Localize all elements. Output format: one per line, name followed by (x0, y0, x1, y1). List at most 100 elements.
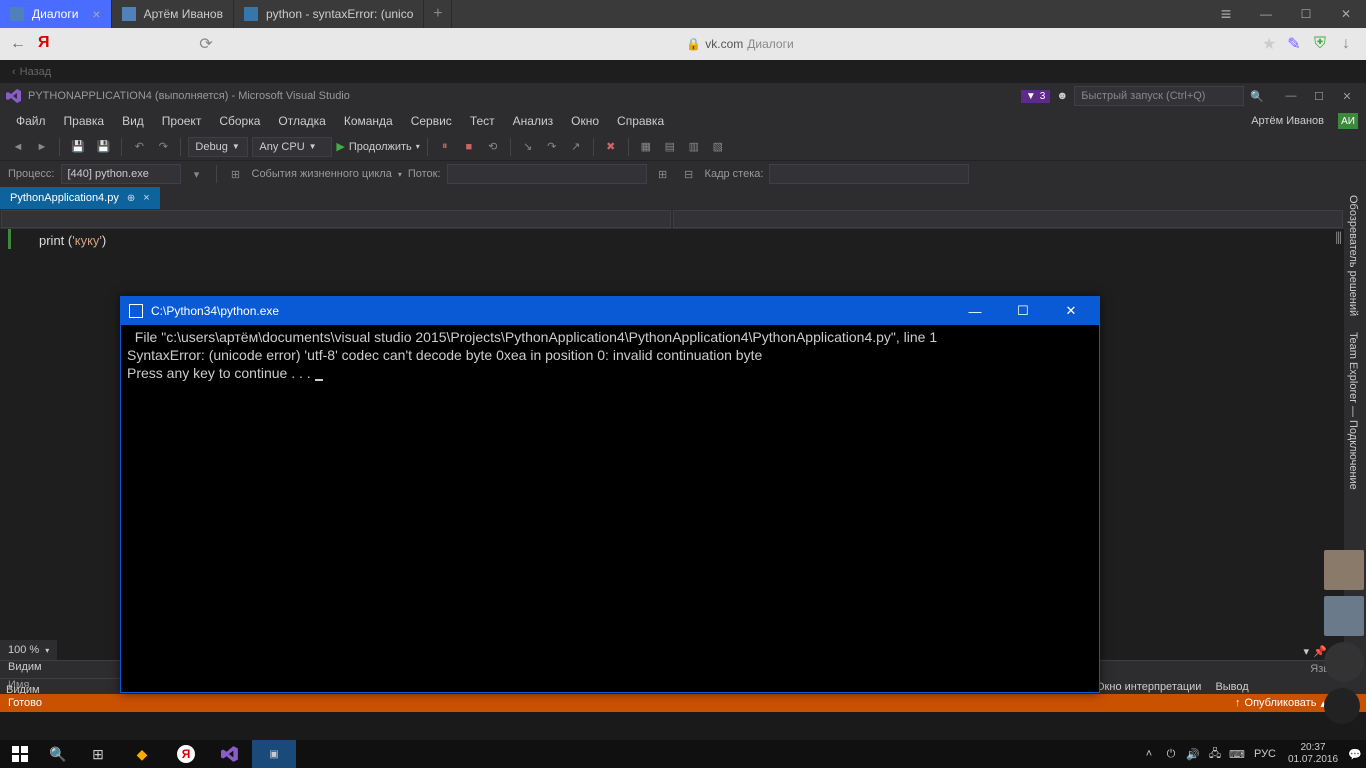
menu-help[interactable]: Справка (609, 112, 672, 130)
platform-dropdown[interactable]: Any CPU ▼ (252, 137, 332, 157)
close-icon[interactable]: ✕ (1051, 297, 1091, 325)
toolbar-icon[interactable]: ⊞ (653, 164, 673, 184)
maximize-icon[interactable]: ☐ (1003, 297, 1043, 325)
maximize-icon[interactable]: ☐ (1286, 0, 1326, 28)
toolbar-icon[interactable]: ▥ (684, 137, 704, 157)
bookmark-icon[interactable]: ★ (1262, 34, 1276, 54)
vk-back-strip[interactable]: ‹ Назад (0, 60, 1366, 83)
menu-project[interactable]: Проект (154, 112, 210, 130)
scope-dropdown[interactable] (1, 210, 671, 228)
menu-build[interactable]: Сборка (211, 112, 268, 130)
menu-team[interactable]: Команда (336, 112, 401, 130)
publish-button[interactable]: Опубликовать ▴ (1235, 697, 1326, 710)
tray-volume-icon[interactable]: 🔊 (1182, 748, 1204, 761)
back-button[interactable]: ← (6, 32, 30, 56)
visual-studio-icon[interactable] (208, 740, 252, 768)
step-into-icon[interactable]: ↘ (518, 137, 538, 157)
toolbar-icon[interactable]: ⊟ (679, 164, 699, 184)
search-icon[interactable]: 🔍 (1246, 86, 1268, 106)
python-console-icon[interactable]: ▣ (252, 740, 296, 768)
tray-power-icon[interactable]: ⏻ (1160, 748, 1182, 761)
undo-icon[interactable]: ↶ (129, 137, 149, 157)
stackframe-dropdown[interactable] (769, 164, 969, 184)
toolbar-icon[interactable]: ▤ (660, 137, 680, 157)
reload-button[interactable]: ⟳ (194, 32, 218, 56)
minimize-icon[interactable]: — (955, 297, 995, 325)
menu-tools[interactable]: Сервис (403, 112, 460, 130)
pin-icon[interactable]: ⊕ (127, 193, 135, 204)
new-tab-button[interactable]: + (424, 0, 452, 28)
maximize-icon[interactable]: ☐ (1306, 86, 1332, 106)
minimize-icon[interactable]: — (1246, 0, 1286, 28)
console-output[interactable]: File "c:\users\артём\documents\visual st… (121, 325, 1099, 387)
panel-header[interactable]: Видим (8, 661, 42, 678)
avatar[interactable] (1324, 642, 1364, 682)
save-all-icon[interactable]: 💾 (93, 137, 115, 157)
download-icon[interactable]: ↓ (1336, 34, 1356, 54)
avatar[interactable] (1324, 550, 1364, 590)
tab-output[interactable]: Вывод (1209, 679, 1254, 695)
config-dropdown[interactable]: Debug ▼ (188, 137, 248, 157)
tray-chevron-icon[interactable]: ˄ (1138, 748, 1160, 760)
avatar[interactable] (1324, 688, 1360, 724)
action-center-icon[interactable]: 💬 (1344, 748, 1366, 761)
pause-icon[interactable]: ⏸ (435, 137, 455, 157)
close-icon[interactable]: × (92, 6, 100, 22)
team-explorer-tab[interactable]: Team Explorer — Подключение (1344, 324, 1362, 498)
close-icon[interactable]: ✕ (1326, 0, 1366, 28)
toolbar-icon[interactable]: ▦ (636, 137, 656, 157)
tray-network-icon[interactable]: 🖧 (1204, 745, 1226, 764)
save-icon[interactable]: 💾 (67, 137, 89, 157)
start-button[interactable] (0, 740, 40, 768)
language-indicator[interactable]: РУС (1248, 748, 1282, 760)
yandex-icon[interactable]: Я (38, 34, 58, 54)
minimize-icon[interactable]: — (1278, 86, 1304, 106)
solution-explorer-tab[interactable]: Обозреватель решений (1344, 187, 1362, 324)
avatar[interactable] (1324, 596, 1364, 636)
close-icon[interactable]: × (143, 192, 149, 204)
toolbar-icon[interactable]: ▾ (187, 164, 207, 184)
tray-keyboard-icon[interactable]: ⌨ (1226, 748, 1248, 761)
document-tab-active[interactable]: PythonApplication4.py ⊕ × (0, 187, 160, 209)
search-icon[interactable]: 🔍 (40, 740, 76, 768)
yandex-browser-icon[interactable]: Я (164, 740, 208, 768)
continue-button[interactable]: ▶Продолжить ▾ (336, 140, 419, 153)
quick-launch-input[interactable]: Быстрый запуск (Ctrl+Q) (1074, 86, 1244, 106)
menu-debug[interactable]: Отладка (270, 112, 333, 130)
aimp-icon[interactable]: ◆ (120, 740, 164, 768)
step-over-icon[interactable]: ↷ (542, 137, 562, 157)
task-view-icon[interactable]: ⊞ (76, 740, 120, 768)
browser-tab-stackoverflow[interactable]: python - syntaxError: (unico (234, 0, 424, 28)
browser-menu-icon[interactable]: ≡ (1206, 0, 1246, 28)
menu-view[interactable]: Вид (114, 112, 152, 130)
console-titlebar[interactable]: C:\Python34\python.exe — ☐ ✕ (121, 297, 1099, 325)
process-dropdown[interactable]: [440] python.exe (61, 164, 181, 184)
dropdown-icon[interactable]: ▾ (1304, 645, 1310, 658)
thread-dropdown[interactable] (447, 164, 647, 184)
notification-flag[interactable]: ▼ 3 (1021, 90, 1050, 103)
member-dropdown[interactable] (673, 210, 1343, 228)
redo-icon[interactable]: ↷ (153, 137, 173, 157)
close-icon[interactable]: ✕ (1334, 86, 1360, 106)
menu-window[interactable]: Окно (563, 112, 607, 130)
user-avatar-badge[interactable]: АИ (1338, 113, 1358, 129)
browser-tab-dialogs[interactable]: Диалоги × (0, 0, 112, 28)
menu-test[interactable]: Тест (462, 112, 503, 130)
shield-icon[interactable]: ⛨ (1310, 34, 1330, 54)
restart-icon[interactable]: ⟲ (483, 137, 503, 157)
lifecycle-icon[interactable]: ⊞ (226, 164, 246, 184)
menu-edit[interactable]: Правка (56, 112, 113, 130)
toolbar-icon[interactable]: ✖ (601, 137, 621, 157)
clock[interactable]: 20:37 01.07.2016 (1282, 740, 1344, 768)
stop-icon[interactable]: ■ (459, 137, 479, 157)
toolbar-icon[interactable]: ▧ (708, 137, 728, 157)
split-icon[interactable]: ⫴ (1335, 231, 1342, 249)
nav-fwd-icon[interactable]: ► (32, 137, 52, 157)
menu-analyze[interactable]: Анализ (505, 112, 562, 130)
feedback-icon[interactable]: ☻ (1052, 86, 1072, 106)
tab-immediate[interactable]: Окно интерпретации (1090, 679, 1207, 695)
user-name[interactable]: Артём Иванов (1243, 113, 1332, 129)
nav-back-icon[interactable]: ◄ (8, 137, 28, 157)
feather-icon[interactable]: ✎ (1284, 34, 1304, 54)
step-out-icon[interactable]: ↗ (566, 137, 586, 157)
